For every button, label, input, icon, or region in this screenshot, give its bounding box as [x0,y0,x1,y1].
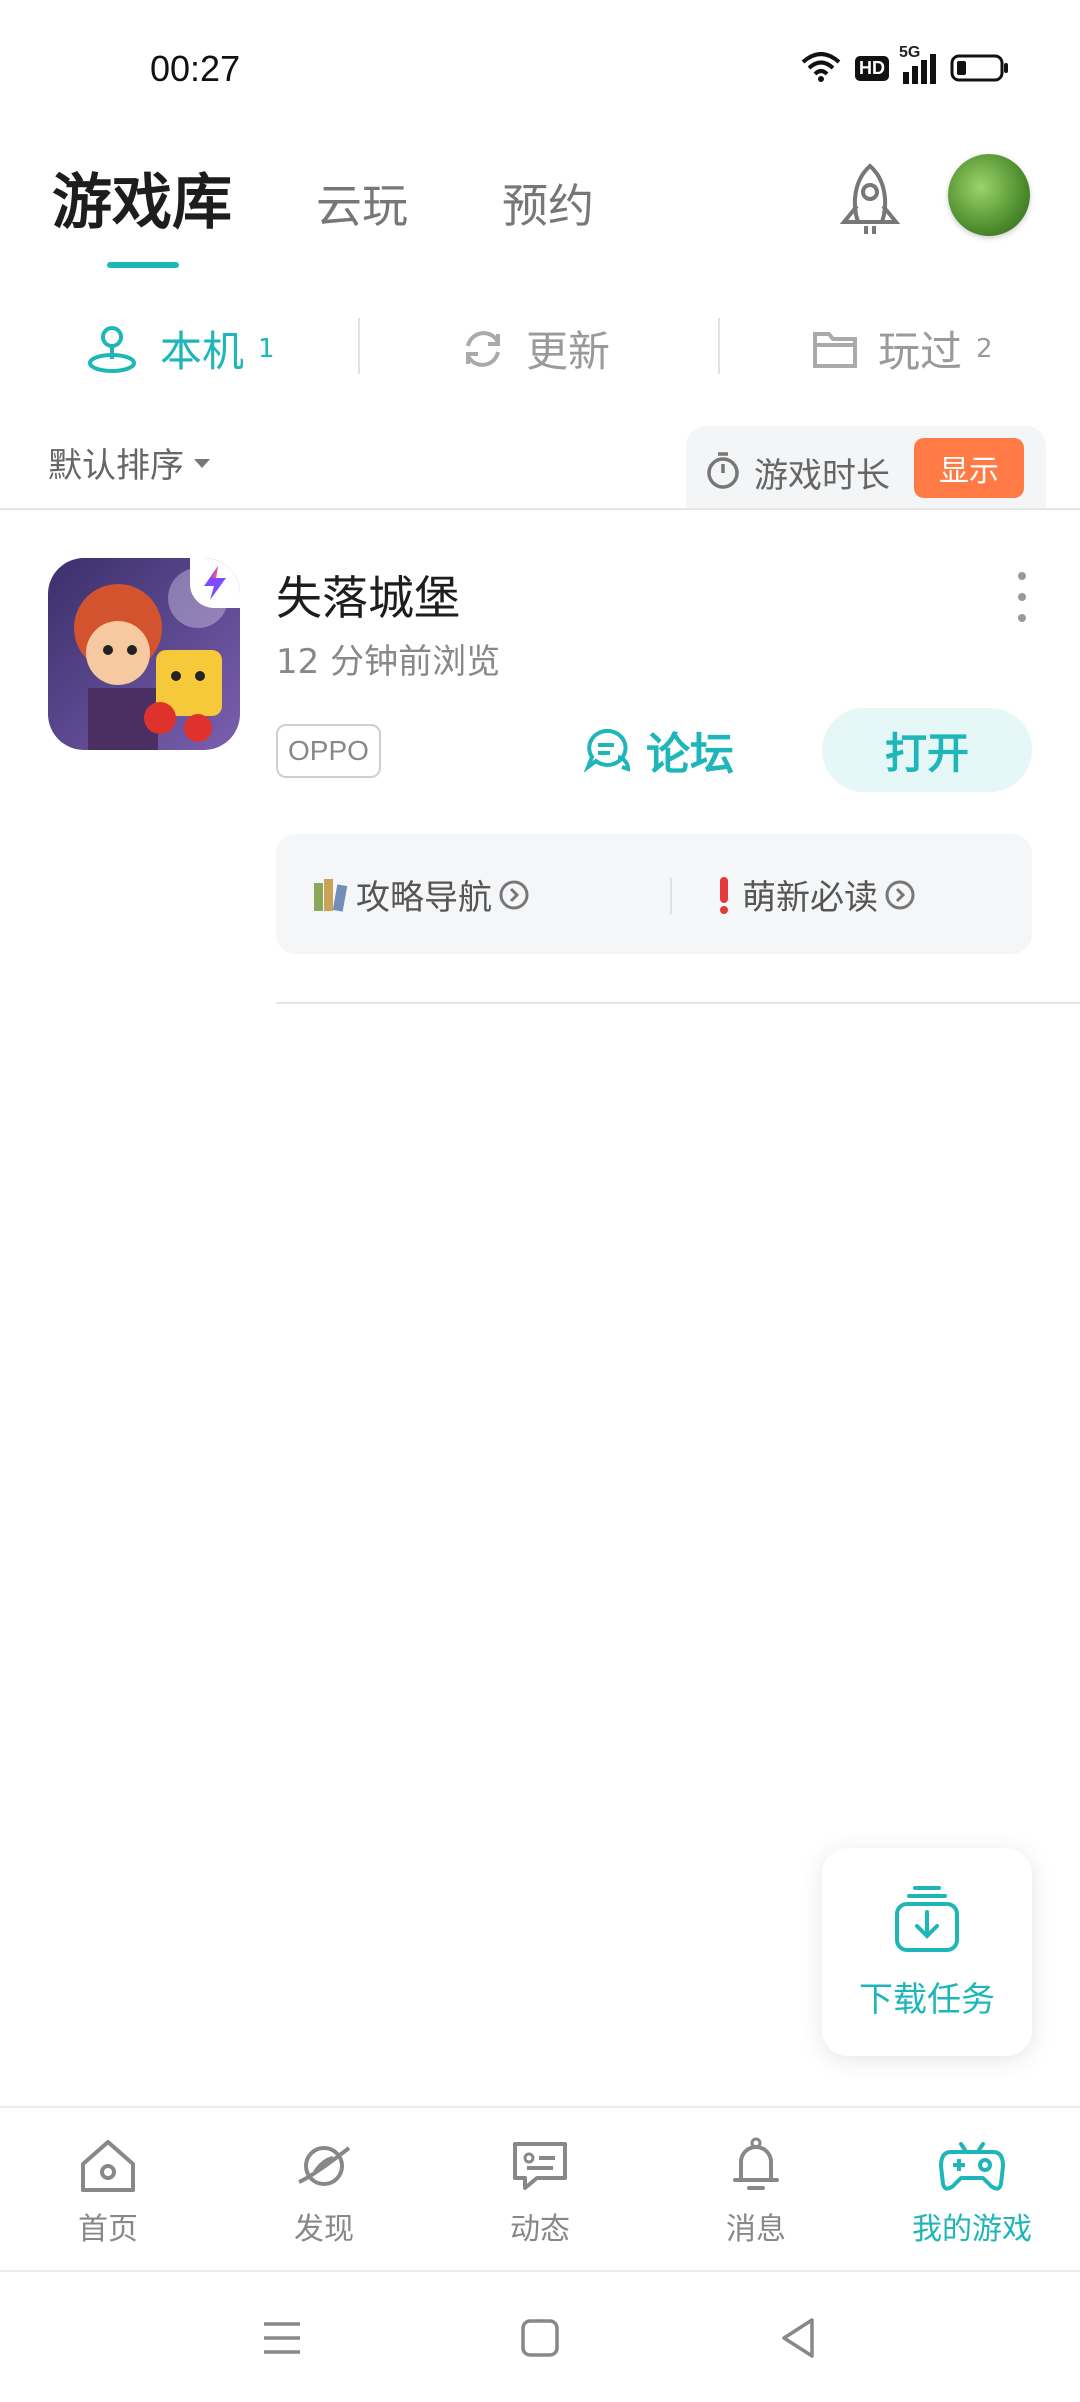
download-tray-icon [895,1885,959,1952]
guide-nav-label: 攻略导航 [356,878,492,918]
subtab-local[interactable]: 本机 1 [84,318,275,379]
status-icons: HD 5G [801,44,1010,84]
nav-my-games-label: 我的游戏 [912,2212,1032,2247]
hd-icon: HD [855,55,889,81]
beginner-guide-label: 萌新必读 [742,878,878,918]
nav-feed[interactable]: 动态 [432,2108,648,2272]
sort-dropdown[interactable]: 默认排序 [48,438,210,487]
menu-icon[interactable] [262,2320,302,2356]
nav-messages[interactable]: 消息 [648,2108,864,2272]
nav-feed-label: 动态 [510,2212,570,2247]
guide-nav-link[interactable]: 攻略导航 [310,870,530,919]
game-title[interactable]: 失落城堡 [276,562,460,628]
subtab-local-label: 本机 [160,327,245,376]
network-label: 5G [899,44,921,61]
battery-icon [950,54,1008,82]
game-duration-label: 游戏时长 [754,456,890,496]
subtab-played-count: 2 [976,333,993,364]
nav-home[interactable]: 首页 [0,2108,216,2272]
tab-reservation[interactable]: 预约 [502,170,594,236]
divider [670,878,672,914]
divider [276,1002,1080,1004]
sort-label: 默认排序 [48,446,184,486]
wifi-icon [801,52,841,82]
download-tasks-button[interactable]: 下载任务 [822,1848,1032,2056]
nav-messages-label: 消息 [726,2212,786,2247]
more-options-icon[interactable] [1010,572,1034,622]
nav-home-label: 首页 [78,2212,138,2247]
tab-game-library[interactable]: 游戏库 [52,154,232,241]
subtab-played[interactable]: 玩过 2 [812,318,993,379]
subtab-update-label: 更新 [526,327,611,376]
exclamation-icon [720,876,728,914]
local-user-icon [88,325,136,373]
game-last-viewed: 12 分钟前浏览 [276,642,501,682]
stopwatch-icon [707,452,739,489]
nav-discover[interactable]: 发现 [216,2108,432,2272]
bottom-nav: 首页 发现 动态 消息 我的游戏 [0,2106,1080,2272]
game-app-icon[interactable] [48,558,240,750]
back-icon[interactable] [778,2316,818,2360]
chevron-right-circle-icon [499,880,529,909]
gamepad-icon [939,2142,1005,2191]
download-tasks-label: 下载任务 [859,1979,995,2020]
active-tab-indicator [107,262,179,268]
chat-icon [513,2142,567,2190]
books-icon [314,878,348,912]
store-badge: OPPO [276,724,381,778]
system-nav-bar [0,2270,1080,2402]
status-time: 00:27 [150,48,241,89]
forum-chat-icon [584,728,631,773]
divider [358,318,360,374]
planet-icon [298,2146,351,2186]
subtab-local-count: 1 [258,333,275,364]
home-square-icon[interactable] [520,2318,560,2358]
beginner-guide-link[interactable]: 萌新必读 [712,870,916,919]
nav-my-games[interactable]: 我的游戏 [864,2108,1080,2272]
tab-cloud-play[interactable]: 云玩 [316,170,408,236]
home-icon [81,2140,135,2192]
instant-play-badge-icon [190,558,240,608]
chevron-right-circle-icon [885,880,915,909]
nav-discover-label: 发现 [294,2212,354,2247]
rocket-icon[interactable] [830,160,910,240]
bell-icon [733,2137,779,2190]
subtab-played-label: 玩过 [878,327,963,376]
forum-button[interactable]: 论坛 [584,718,734,782]
divider [0,508,1080,510]
open-game-button[interactable]: 打开 [822,708,1032,792]
caret-down-icon [194,458,210,468]
show-duration-button[interactable]: 显示 [914,438,1024,498]
divider [718,318,720,374]
folder-icon [813,331,857,368]
avatar[interactable] [948,154,1030,236]
forum-label: 论坛 [646,729,734,780]
signal-5g-icon: 5G [899,44,936,84]
subtab-update[interactable]: 更新 [460,318,610,379]
refresh-icon [466,330,500,367]
